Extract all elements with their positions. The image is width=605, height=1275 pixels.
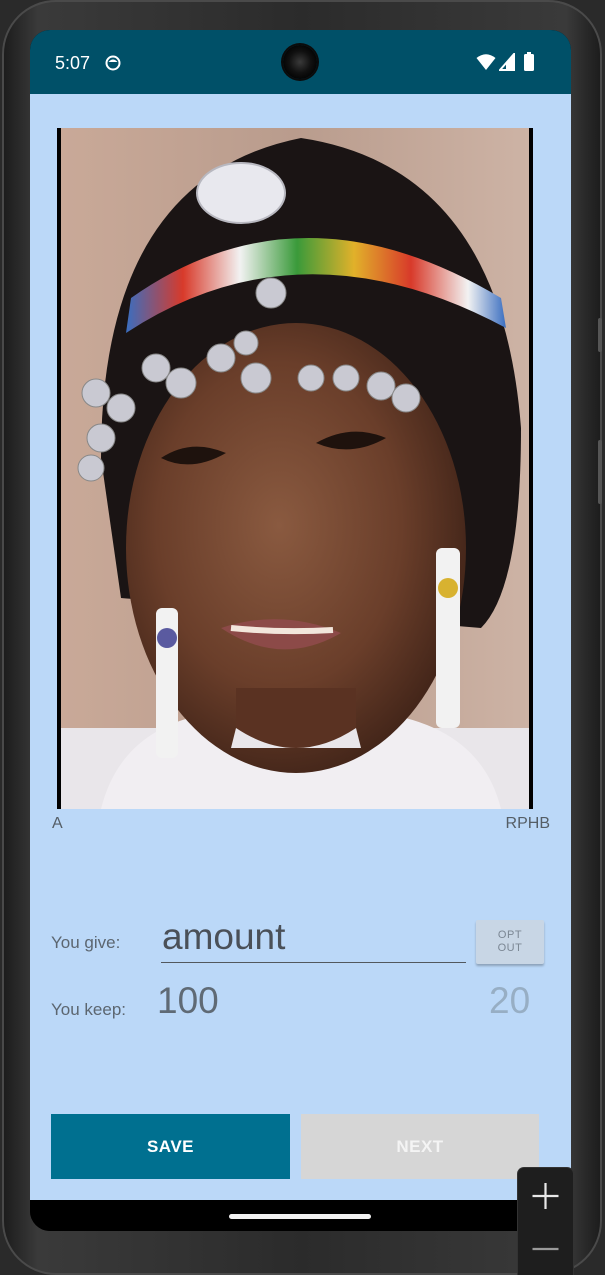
- portrait-image: [61, 128, 529, 809]
- plus-icon[interactable]: [518, 1168, 573, 1223]
- circle-face-icon: [105, 55, 121, 71]
- photo-right-label: RPHB: [505, 815, 550, 832]
- keep-value: 100: [157, 980, 219, 1021]
- signal-icon: [499, 53, 515, 71]
- save-button[interactable]: SAVE: [51, 1114, 290, 1179]
- side-button: [598, 440, 602, 504]
- phone-screen: 5:07 A RPHB You give: amount OPT OUT You…: [30, 30, 571, 1231]
- main-content: A RPHB You give: OPT OUT You keep: 100 2…: [30, 94, 571, 1200]
- you-give-label: You give:: [51, 933, 121, 952]
- amount-input[interactable]: [161, 911, 466, 963]
- navigation-bar: [30, 1200, 571, 1231]
- battery-icon: [524, 52, 534, 71]
- next-button-label: NEXT: [396, 1136, 444, 1156]
- opt-out-label: OPT OUT: [497, 929, 523, 954]
- zoom-controls: [518, 1168, 573, 1275]
- you-keep-label: You keep:: [51, 1000, 126, 1019]
- wifi-icon: [476, 54, 496, 70]
- opt-out-button[interactable]: OPT OUT: [476, 920, 544, 964]
- home-handle[interactable]: [229, 1214, 371, 1219]
- photo-left-label: A: [52, 815, 63, 832]
- other-value: 20: [489, 980, 531, 1021]
- portrait-photo: [57, 128, 533, 809]
- status-time: 5:07: [55, 53, 91, 73]
- camera-cutout: [283, 45, 317, 79]
- status-bar: 5:07: [30, 30, 571, 94]
- next-button[interactable]: NEXT: [301, 1114, 539, 1179]
- minus-icon[interactable]: [518, 1228, 573, 1275]
- save-button-label: SAVE: [146, 1136, 195, 1156]
- side-button: [598, 318, 602, 352]
